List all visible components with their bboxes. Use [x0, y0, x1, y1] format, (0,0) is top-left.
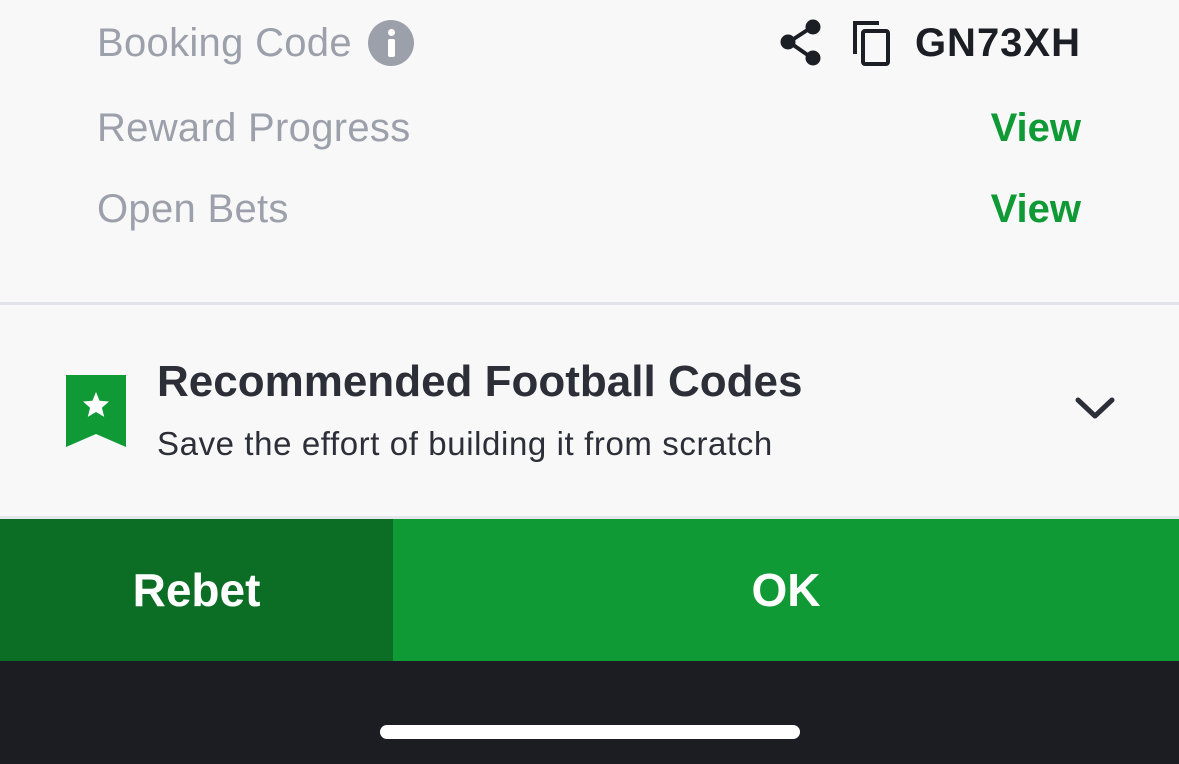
open-bets-row: Open Bets View [97, 179, 1081, 239]
booking-code-row: Booking Code GN73XH [97, 13, 1081, 73]
bookmark-star-icon [66, 375, 126, 447]
recommended-codes-title: Recommended Football Codes [157, 357, 803, 406]
home-indicator-area [0, 661, 1179, 764]
info-icon[interactable] [367, 20, 414, 66]
reward-progress-row: Reward Progress View [97, 98, 1081, 158]
booking-code-label-group: Booking Code [97, 20, 414, 66]
rebet-button[interactable]: Rebet [0, 519, 393, 661]
open-bets-label: Open Bets [97, 186, 289, 231]
ok-button[interactable]: OK [393, 519, 1179, 661]
reward-progress-view-link[interactable]: View [991, 106, 1081, 151]
reward-progress-label: Reward Progress [97, 105, 411, 150]
info-icon-bar [387, 39, 395, 57]
bet-info-section: Booking Code GN73XH Reward Progress View… [0, 0, 1179, 303]
info-icon-dot [387, 29, 395, 36]
bet-slip-panel: Booking Code GN73XH Reward Progress View… [0, 0, 1179, 764]
chevron-down-icon[interactable] [1074, 393, 1116, 423]
home-indicator[interactable] [380, 725, 800, 739]
booking-code-label: Booking Code [97, 20, 352, 65]
copy-icon[interactable] [849, 18, 895, 68]
booking-code-actions: GN73XH [779, 18, 1081, 68]
open-bets-view-link[interactable]: View [991, 187, 1081, 232]
recommended-codes-subtitle: Save the effort of building it from scra… [157, 425, 773, 462]
recommended-codes-accordion[interactable]: Recommended Football Codes Save the effo… [0, 305, 1179, 516]
share-icon[interactable] [779, 18, 825, 68]
booking-code-value[interactable]: GN73XH [915, 21, 1081, 66]
